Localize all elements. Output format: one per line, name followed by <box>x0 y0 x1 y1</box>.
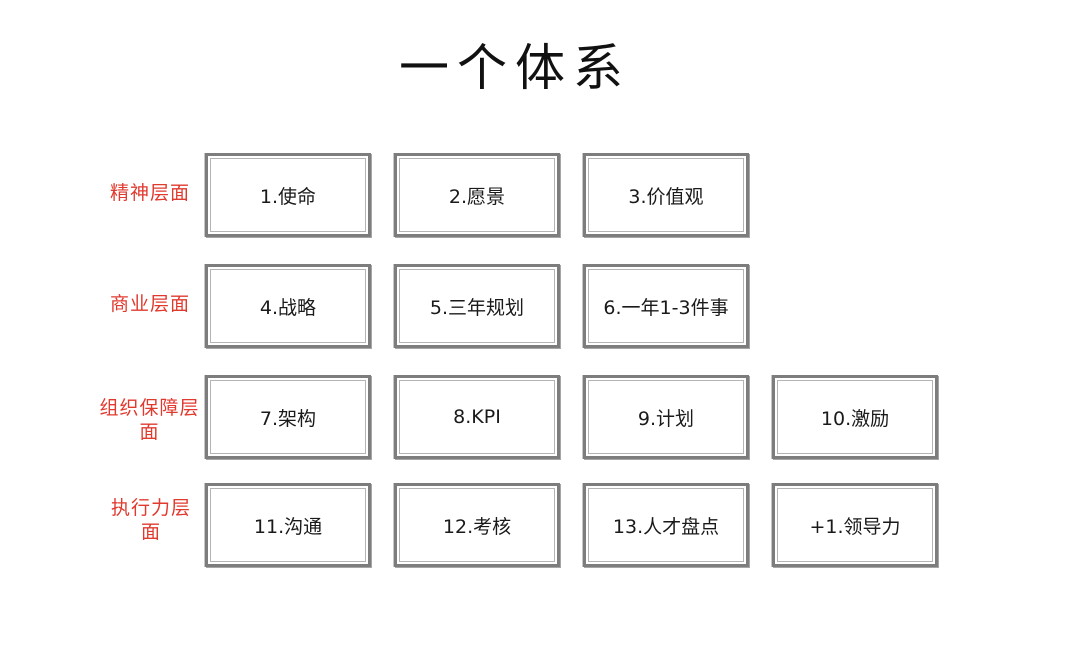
row-label-organizational: 组织保障层面 <box>99 397 200 443</box>
row-label-execution: 执行力层面 <box>110 497 191 543</box>
item-box-leadership: +1.领导力 <box>772 483 938 567</box>
row-label-spiritual: 精神层面 <box>109 182 190 204</box>
item-box-communication: 11.沟通 <box>205 483 371 567</box>
item-box-kpi: 8.KPI <box>394 375 560 459</box>
item-box-three-year-plan: 5.三年规划 <box>394 264 560 348</box>
item-box-plan: 9.计划 <box>583 375 749 459</box>
item-box-annual-priorities: 6.一年1-3件事 <box>583 264 749 348</box>
page-title: 一个体系 <box>399 39 631 97</box>
item-box-mission: 1.使命 <box>205 153 371 237</box>
item-box-structure: 7.架构 <box>205 375 371 459</box>
item-box-talent-review: 13.人才盘点 <box>583 483 749 567</box>
item-box-vision: 2.愿景 <box>394 153 560 237</box>
item-box-strategy: 4.战略 <box>205 264 371 348</box>
item-box-assessment: 12.考核 <box>394 483 560 567</box>
item-box-values: 3.价值观 <box>583 153 749 237</box>
item-box-incentive: 10.激励 <box>772 375 938 459</box>
row-label-business: 商业层面 <box>109 293 190 315</box>
